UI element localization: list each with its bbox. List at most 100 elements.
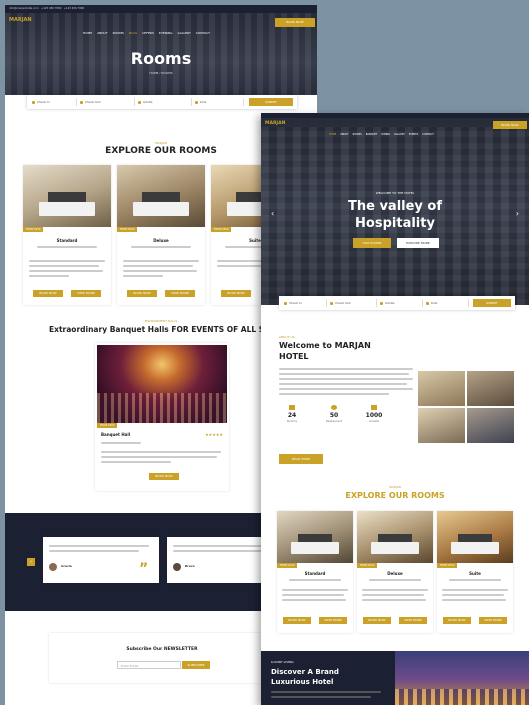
room-name: Standard — [56, 238, 78, 243]
home-hero: MARJAN HOME ABOUT ROOMS BANQUET DINING GALLER… — [261, 113, 529, 305]
book-now-button[interactable]: BOOK NOW — [275, 18, 315, 27]
room-card[interactable]: FROM $350 Suite BOOK NOW VIEW MORE — [437, 511, 513, 633]
checkin-label: Check In — [37, 100, 50, 104]
user-icon — [426, 301, 429, 305]
read-more-button[interactable]: READ MORE — [279, 454, 323, 464]
stat-label: Restaurant — [325, 419, 343, 423]
room-card[interactable]: FROM $250 Deluxe BOOK NOW VIEW MORE — [117, 165, 205, 305]
book-now-button[interactable]: BOOK NOW — [149, 473, 179, 480]
subscribe-button[interactable]: SUBSCRIBE — [182, 661, 210, 669]
page-home: MARJAN HOME ABOUT ROOMS BANQUET DINING GALLER… — [261, 113, 529, 705]
crown-icon — [371, 405, 377, 410]
calendar-icon — [80, 100, 83, 104]
luxury-kicker: LUXURY LIVING — [271, 660, 294, 664]
explore-more-button[interactable]: EXPLORE MORE — [397, 238, 439, 248]
room-image — [437, 511, 513, 563]
hall-card[interactable]: FROM $500 Banquet Hall ★★★★★ BOOK NOW — [95, 343, 229, 491]
room-image — [23, 165, 111, 227]
welcome-gallery — [418, 371, 514, 443]
newsletter-email-input[interactable]: Enter Email — [117, 661, 181, 669]
room-card[interactable]: FROM $150 Standard BOOK NOW VIEW MORE — [277, 511, 353, 633]
breadcrumb: HOME / ROOMS — [149, 71, 173, 75]
room-image — [117, 165, 205, 227]
hero-title-line1: The valley of — [347, 199, 443, 214]
nav-item[interactable]: GALLERY — [177, 31, 190, 35]
price-tag: FROM $150 — [277, 563, 298, 568]
site-logo[interactable]: MARJAN — [265, 121, 285, 126]
search-submit-button[interactable]: SUBMIT — [473, 299, 511, 307]
calendar-icon — [284, 301, 287, 305]
rooms-hero: MARJAN HOME ABOUT ROOMS BLOG OFFERS EVENING GA… — [5, 13, 317, 95]
nav-item[interactable]: ROOMS — [353, 133, 362, 136]
prev-arrow-icon[interactable]: ‹ — [27, 558, 35, 566]
newsletter-box: Subscribe Our NEWSLETTER Enter Email SUB… — [49, 633, 275, 683]
nav-item[interactable]: EVENTS — [409, 133, 418, 136]
nav-item[interactable]: ABOUT — [97, 31, 107, 35]
book-now-button[interactable]: BOOK NOW — [363, 617, 391, 624]
room-card[interactable]: FROM $250 Deluxe BOOK NOW VIEW MORE — [357, 511, 433, 633]
dining-icon — [331, 405, 337, 410]
user-icon — [195, 100, 198, 104]
main-nav: HOME ABOUT ROOMS BLOG OFFERS EVENING GALLERY CO… — [83, 19, 215, 38]
book-now-button[interactable]: BOOK NOW — [33, 290, 63, 297]
search-bar: Check In Check Out Adults Kids SUBMIT — [27, 95, 297, 109]
book-now-button[interactable]: BOOK NOW — [221, 290, 251, 297]
nav-item[interactable]: OFFERS — [142, 31, 154, 35]
email-text: info@marjanhotel.com — [9, 7, 39, 10]
book-now-button[interactable]: BOOK NOW — [283, 617, 311, 624]
price-tag: FROM $250 — [357, 563, 378, 568]
price-tag: FROM $500 — [97, 423, 118, 428]
kids-select[interactable]: Kids — [425, 299, 469, 307]
site-logo[interactable]: MARJAN — [9, 17, 32, 23]
stat-box: 50 Restaurant — [319, 405, 349, 437]
nav-item[interactable]: EVENING — [159, 31, 173, 35]
adults-label: Adults — [385, 301, 395, 305]
top-info-bar — [261, 113, 529, 118]
kids-select[interactable]: Kids — [194, 98, 244, 106]
reviewer-name: Gracia — [61, 564, 72, 568]
view-more-button[interactable]: VIEW MORE — [71, 290, 101, 297]
nav-item-active[interactable]: HOME — [329, 133, 336, 136]
checkin-label: Check In — [289, 301, 302, 305]
book-now-button[interactable]: BOOK NOW — [127, 290, 157, 297]
nav-item[interactable]: DINING — [381, 133, 390, 136]
view-more-button[interactable]: VIEW MORE — [399, 617, 427, 624]
calendar-icon — [330, 301, 333, 305]
welcome-title-line2: HOTEL — [279, 352, 309, 361]
rooms-icon — [289, 405, 295, 410]
adults-select[interactable]: Adults — [379, 299, 423, 307]
nav-item[interactable]: CONTACT — [196, 31, 210, 35]
checkout-label: Check Out — [85, 100, 101, 104]
price-tag: FROM $350 — [211, 227, 232, 232]
hero-title-line2: Hospitality — [355, 216, 435, 231]
checkin-field[interactable]: Check In — [283, 299, 327, 307]
kids-label: Kids — [200, 100, 207, 104]
search-submit-button[interactable]: SUBMIT — [249, 98, 293, 106]
checkout-field[interactable]: Check Out — [79, 98, 135, 106]
nav-item[interactable]: GALLERY — [394, 133, 405, 136]
checkout-field[interactable]: Check Out — [329, 299, 377, 307]
nav-item[interactable]: HOME — [83, 31, 92, 35]
view-more-button[interactable]: VIEW MORE — [165, 290, 195, 297]
room-image — [357, 511, 433, 563]
stat-label: Guests — [368, 419, 380, 423]
view-more-button[interactable]: VIEW MORE — [479, 617, 507, 624]
nav-item-active[interactable]: BLOG — [129, 31, 137, 35]
adults-select[interactable]: Adults — [137, 98, 192, 106]
room-image — [277, 511, 353, 563]
nav-item[interactable]: CONTACT — [422, 133, 433, 136]
room-name: Deluxe — [153, 238, 169, 243]
view-more-button[interactable]: VIEW MORE — [319, 617, 347, 624]
phone-text-2: +123 456 7890 — [63, 7, 85, 10]
rating-stars: ★★★★★ — [205, 432, 223, 437]
nav-item[interactable]: BANQUET — [366, 133, 378, 136]
rooms-kicker: MARJAN — [389, 485, 401, 489]
room-card[interactable]: FROM $150 Standard BOOK NOW VIEW MORE — [23, 165, 111, 305]
our-rooms-button[interactable]: OUR ROOMS — [353, 238, 391, 248]
nav-item[interactable]: ROOMS — [113, 31, 124, 35]
book-now-button[interactable]: BOOK NOW — [493, 121, 527, 129]
book-now-button[interactable]: BOOK NOW — [443, 617, 471, 624]
quote-icon: ” — [139, 561, 149, 577]
checkin-field[interactable]: Check In — [31, 98, 77, 106]
nav-item[interactable]: ABOUT — [340, 133, 348, 136]
